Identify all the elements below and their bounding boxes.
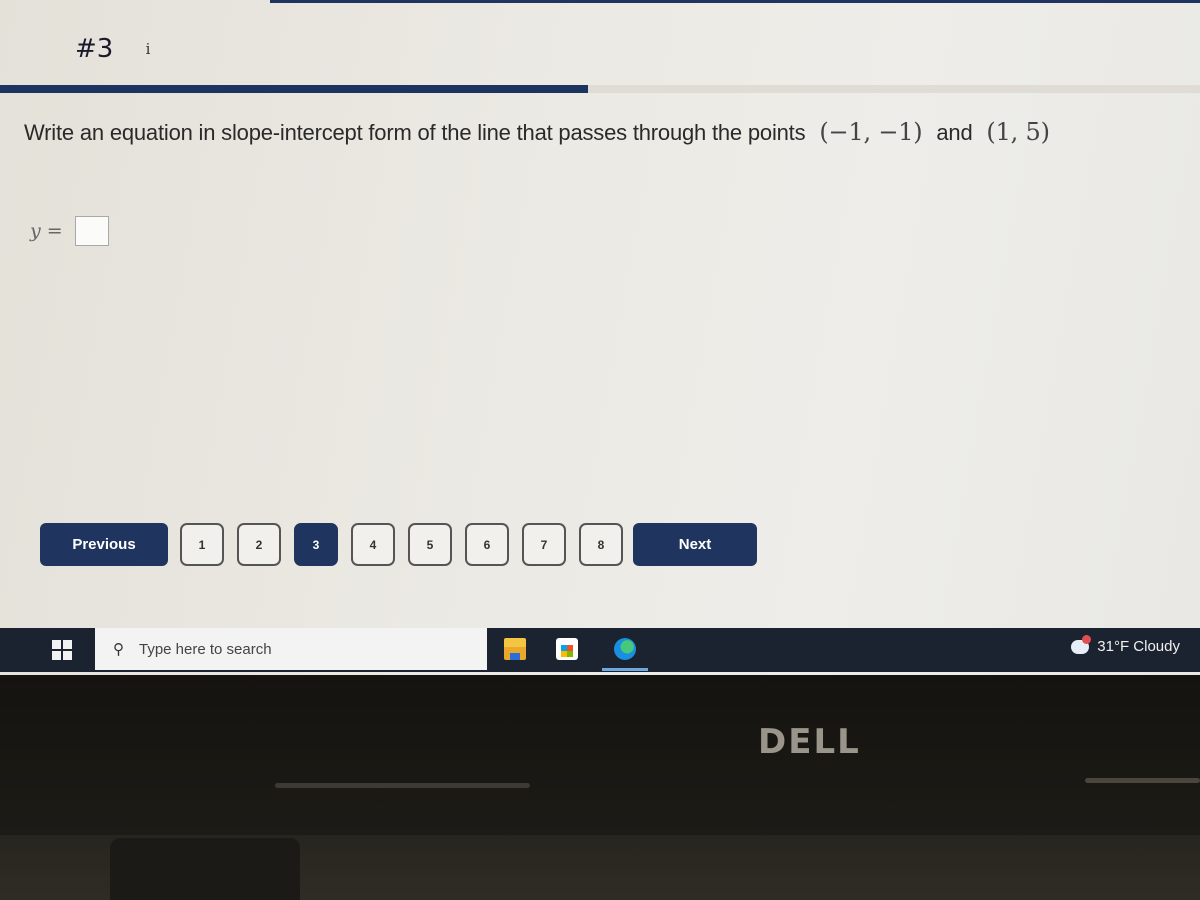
laptop-screen: #3 i Write an equation in slope-intercep… [0,0,1200,675]
question-number: #3 [75,34,114,64]
question-text: Write an equation in slope-intercept for… [24,118,1058,146]
point-1: (−1, −1) [819,118,923,146]
info-icon[interactable]: i [140,40,156,58]
progress-bar-fill [0,85,588,93]
windows-taskbar: ⚲ Type here to search 31°F Cloudy [0,628,1200,672]
weather-text: 31°F Cloudy [1097,638,1180,655]
edge-icon[interactable] [614,638,636,660]
answer-label: y = [30,220,63,242]
page-button-4[interactable]: 4 [351,523,395,566]
page-button-3[interactable]: 3 [294,523,338,566]
dell-logo: DELL [758,722,861,762]
laptop-bezel [0,675,1200,835]
microsoft-store-icon[interactable] [556,638,578,660]
point-2: (1, 5) [986,118,1050,146]
page-button-7[interactable]: 7 [522,523,566,566]
search-icon: ⚲ [113,641,124,658]
cloud-icon [1071,634,1092,654]
bezel-strip-right [1085,778,1200,783]
question-prompt: Write an equation in slope-intercept for… [24,120,806,145]
next-button[interactable]: Next [633,523,757,566]
page-button-5[interactable]: 5 [408,523,452,566]
answer-row: y = [30,216,109,246]
previous-button[interactable]: Previous [40,523,168,566]
page-button-2[interactable]: 2 [237,523,281,566]
page-button-8[interactable]: 8 [579,523,623,566]
laptop-hinge [110,838,300,900]
page-button-6[interactable]: 6 [465,523,509,566]
windows-start-icon[interactable] [52,640,72,660]
search-placeholder: Type here to search [139,640,272,658]
taskbar-search-box[interactable]: ⚲ Type here to search [95,628,487,670]
progress-bar [0,85,1200,93]
top-accent-line [270,0,1200,3]
answer-input[interactable] [74,216,109,246]
question-navigation: Previous 1 2 3 4 5 6 7 8 Next [40,523,757,566]
file-explorer-icon[interactable] [504,638,526,660]
active-app-indicator [602,668,648,671]
conjunction: and [936,120,973,145]
page-button-1[interactable]: 1 [180,523,224,566]
bezel-strip-left [275,783,530,788]
weather-widget[interactable]: 31°F Cloudy [1071,634,1180,655]
